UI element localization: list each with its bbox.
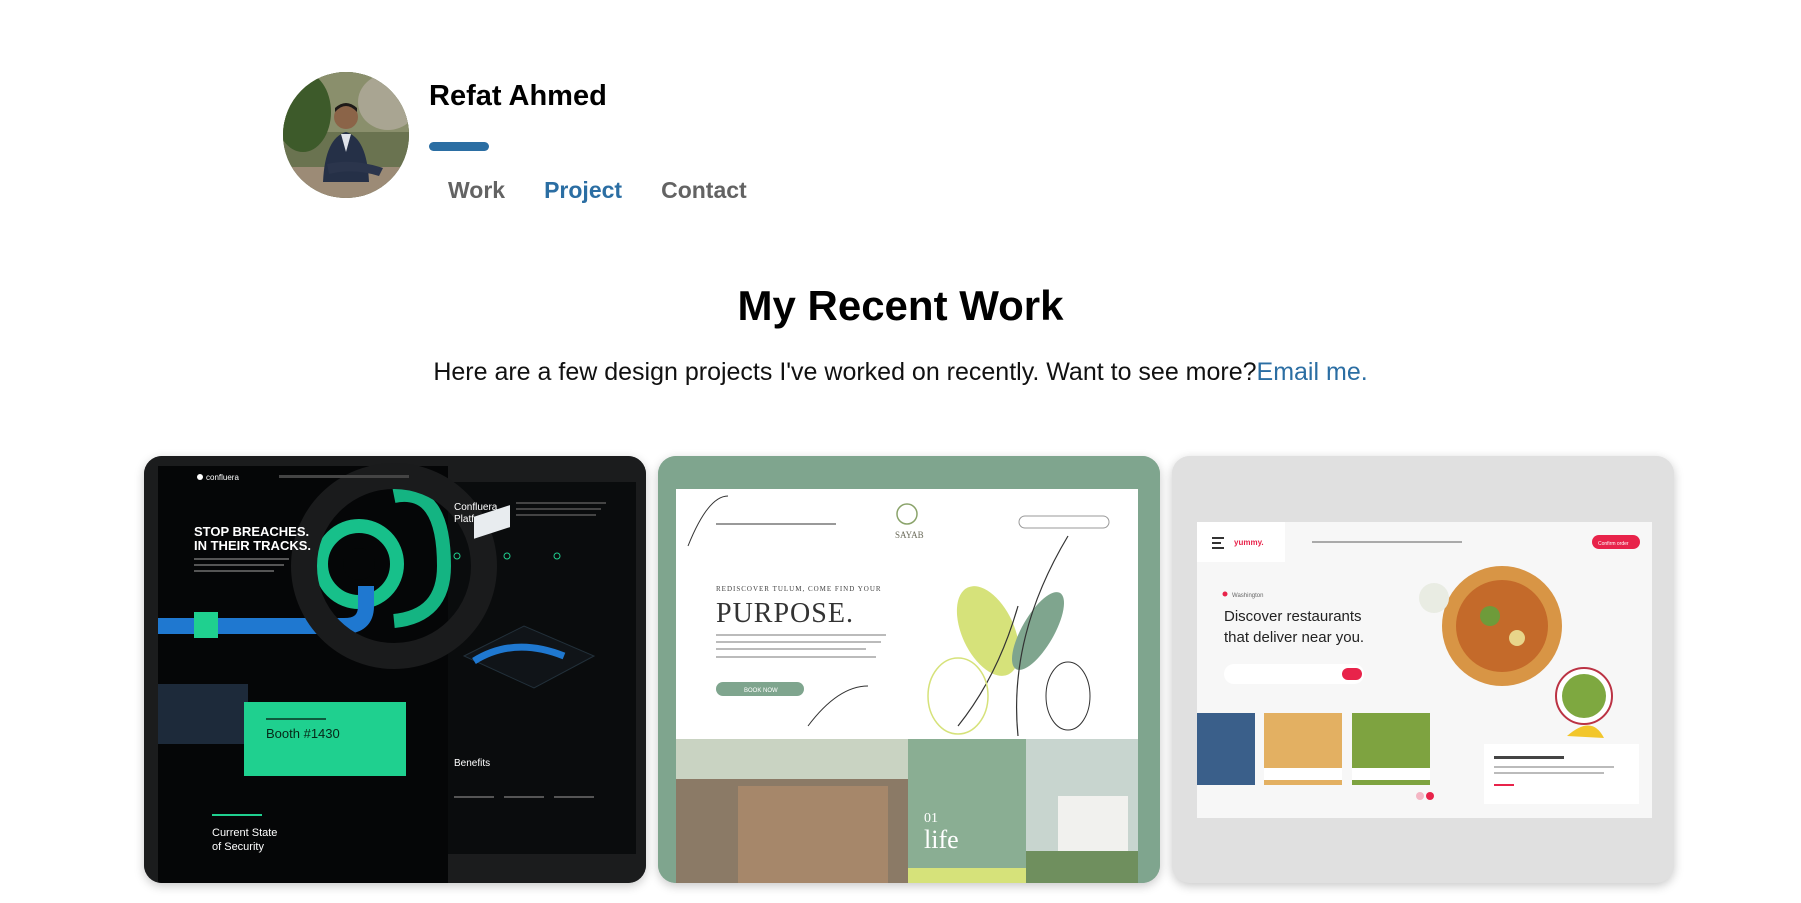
email-link[interactable]: Email me. [1257,358,1368,386]
sayab-preview: SAYAB REDISCOVER TULUM, COME FIND YOUR P… [658,456,1160,883]
project-card-sayab[interactable]: SAYAB REDISCOVER TULUM, COME FIND YOUR P… [658,456,1160,883]
yummy-logo: yummy. [1234,538,1264,547]
profile-name: Refat Ahmed [429,80,607,112]
project-card-confluera[interactable]: confluera STOP BREACHES. IN THEIR TRACKS… [144,456,646,883]
confluera-headline-2: IN THEIR TRACKS. [194,538,311,553]
avatar [283,72,409,198]
yummy-preview: yummy. Confirm order Washington Discover… [1172,456,1674,883]
sayab-life: life [924,825,959,854]
confluera-state-2: of Security [212,841,264,853]
confluera-state-1: Current State [212,827,277,839]
nav-link-work[interactable]: Work [448,177,505,204]
section-subtitle: Here are a few design projects I've work… [0,358,1801,387]
project-card-yummy[interactable]: yummy. Confirm order Washington Discover… [1172,456,1674,883]
sayab-num: 01 [924,811,938,826]
nav-link-contact[interactable]: Contact [661,177,747,204]
location-pin-icon [1222,591,1228,597]
confluera-logo: confluera [206,473,239,482]
confluera-preview: confluera STOP BREACHES. IN THEIR TRACKS… [144,456,646,883]
sayab-headline: PURPOSE. [716,598,854,629]
main-nav: Work Project Contact [448,177,747,204]
avatar-photo [283,72,409,198]
nav-link-project[interactable]: Project [544,177,622,204]
yummy-location: Washington [1232,593,1263,599]
yummy-headline-2: that deliver near you. [1224,629,1364,646]
confluera-learn-button [194,612,218,638]
yummy-cta: Confirm order [1598,541,1629,547]
confluera-booth: Booth #1430 [266,726,340,741]
sayab-logo: SAYAB [895,530,924,540]
yummy-headline-1: Discover restaurants [1224,608,1362,625]
confluera-headline-1: STOP BREACHES. [194,524,309,539]
section-title: My Recent Work [737,282,1064,329]
subtitle-text: Here are a few design projects I've work… [433,358,1257,386]
confluera-benefits: Benefits [454,758,490,769]
sayab-cta: BOOK NOW [744,688,778,694]
sayab-kicker: REDISCOVER TULUM, COME FIND YOUR [716,585,882,593]
name-underline [429,142,489,151]
